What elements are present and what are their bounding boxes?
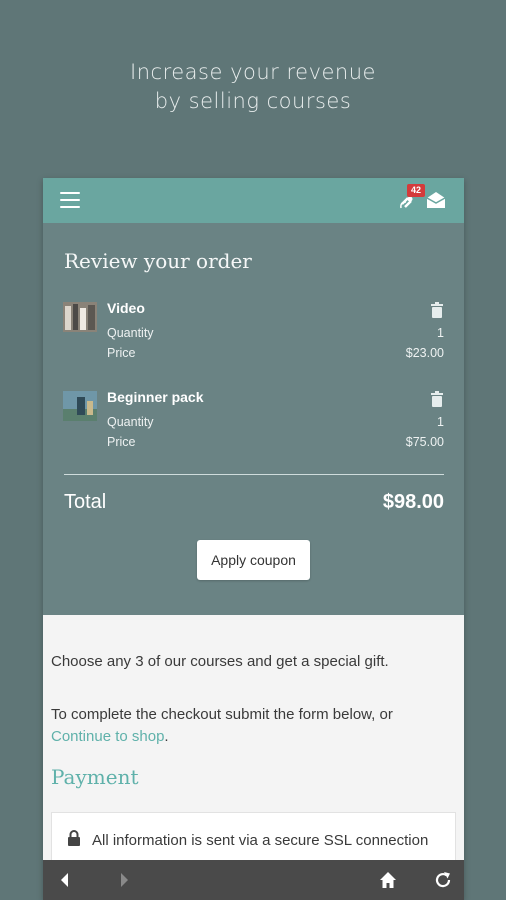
checkout-text: To complete the checkout submit the form… <box>51 704 456 748</box>
price-label: Price <box>107 435 136 449</box>
trash-icon[interactable] <box>430 391 444 407</box>
phone-screen: 42 Review your order Video Quantity 1 Pr… <box>43 178 464 900</box>
notification-badge: 42 <box>407 184 425 197</box>
payment-heading: Payment <box>51 765 139 789</box>
quantity-label: Quantity <box>107 326 154 340</box>
order-item: Video Quantity 1 Price $23.00 <box>43 295 464 367</box>
forward-arrow-icon[interactable] <box>114 870 134 890</box>
continue-to-shop-link[interactable]: Continue to shop <box>51 728 164 745</box>
review-title: Review your order <box>64 249 252 273</box>
item-name: Video <box>107 300 145 316</box>
gift-text: Choose any 3 of our courses and get a sp… <box>51 653 389 670</box>
mail-open-icon[interactable] <box>425 190 447 210</box>
browser-navbar <box>43 860 464 900</box>
promo-heading: Increase your revenue by selling courses <box>0 58 506 116</box>
total-label: Total <box>64 491 107 513</box>
home-icon[interactable] <box>378 870 398 890</box>
price-value: $23.00 <box>405 346 444 360</box>
app-bar: 42 <box>43 178 464 223</box>
back-arrow-icon[interactable] <box>55 870 75 890</box>
total-value: $98.00 <box>382 491 444 513</box>
trash-icon[interactable] <box>430 302 444 318</box>
checkout-instruction: To complete the checkout submit the form… <box>51 706 393 723</box>
item-name: Beginner pack <box>107 389 204 405</box>
lock-icon <box>68 830 80 846</box>
quantity-value: 1 <box>437 415 444 429</box>
order-review-panel: Review your order Video Quantity 1 Price… <box>43 223 464 615</box>
refresh-icon[interactable] <box>433 870 453 890</box>
price-label: Price <box>107 346 136 360</box>
total-divider <box>64 474 444 475</box>
beginner-pack-thumbnail <box>63 391 97 421</box>
video-thumbnail <box>63 302 97 332</box>
apply-coupon-button[interactable]: Apply coupon <box>197 540 310 580</box>
order-item: Beginner pack Quantity 1 Price $75.00 <box>43 384 464 456</box>
promo-line-2: by selling courses <box>154 89 352 113</box>
quantity-label: Quantity <box>107 415 154 429</box>
checkout-period: . <box>164 728 169 745</box>
secure-info-text: All information is sent via a secure SSL… <box>92 832 429 849</box>
quantity-value: 1 <box>437 326 444 340</box>
price-value: $75.00 <box>405 435 444 449</box>
hamburger-menu-icon[interactable] <box>60 192 80 209</box>
promo-line-1: Increase your revenue <box>130 60 376 84</box>
